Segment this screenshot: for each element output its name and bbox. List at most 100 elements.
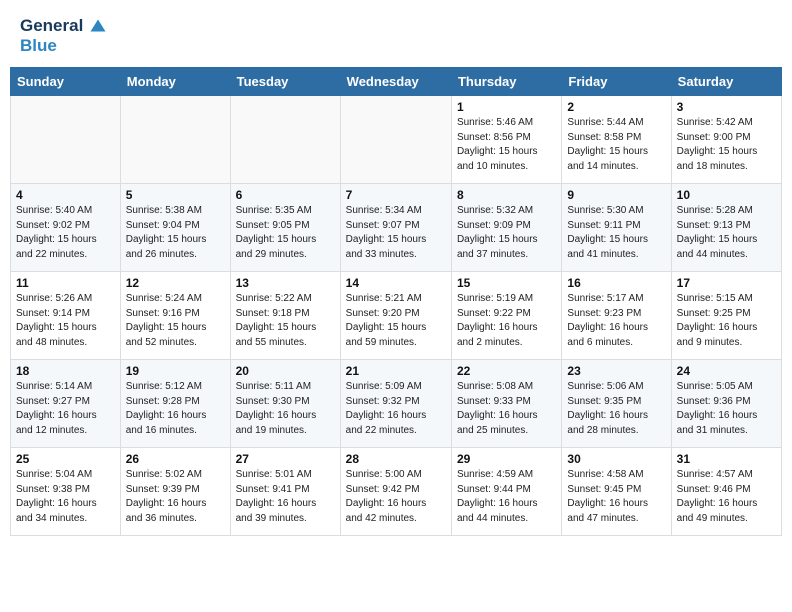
day-number: 9	[567, 188, 665, 202]
page-header: General Blue	[0, 0, 792, 59]
day-info: Sunrise: 5:01 AM Sunset: 9:41 PM Dayligh…	[236, 468, 335, 526]
calendar-cell	[120, 96, 230, 184]
day-info: Sunrise: 5:26 AM Sunset: 9:14 PM Dayligh…	[16, 292, 115, 350]
calendar-cell: 1 Sunrise: 5:46 AM Sunset: 8:56 PM Daylig…	[451, 96, 561, 184]
day-info: Sunrise: 5:40 AM Sunset: 9:02 PM Dayligh…	[16, 204, 115, 262]
day-info: Sunrise: 5:38 AM Sunset: 9:04 PM Dayligh…	[126, 204, 225, 262]
calendar-header-row: SundayMondayTuesdayWednesdayThursdayFrid…	[11, 68, 782, 96]
day-number: 25	[16, 452, 115, 466]
calendar-cell: 14 Sunrise: 5:21 AM Sunset: 9:20 PM Dayli…	[340, 272, 451, 360]
calendar-week-row: 11 Sunrise: 5:26 AM Sunset: 9:14 PM Dayli…	[11, 272, 782, 360]
day-number: 5	[126, 188, 225, 202]
day-info: Sunrise: 4:57 AM Sunset: 9:46 PM Dayligh…	[677, 468, 776, 526]
calendar-cell	[230, 96, 340, 184]
day-number: 21	[346, 364, 446, 378]
calendar-cell: 21 Sunrise: 5:09 AM Sunset: 9:32 PM Dayli…	[340, 360, 451, 448]
calendar-cell: 4 Sunrise: 5:40 AM Sunset: 9:02 PM Daylig…	[11, 184, 121, 272]
day-number: 10	[677, 188, 776, 202]
col-header-monday: Monday	[120, 68, 230, 96]
day-info: Sunrise: 5:00 AM Sunset: 9:42 PM Dayligh…	[346, 468, 446, 526]
calendar-week-row: 18 Sunrise: 5:14 AM Sunset: 9:27 PM Dayli…	[11, 360, 782, 448]
calendar-week-row: 1 Sunrise: 5:46 AM Sunset: 8:56 PM Daylig…	[11, 96, 782, 184]
day-info: Sunrise: 5:35 AM Sunset: 9:05 PM Dayligh…	[236, 204, 335, 262]
day-number: 27	[236, 452, 335, 466]
day-number: 1	[457, 100, 556, 114]
logo: General Blue	[20, 16, 107, 55]
day-info: Sunrise: 5:06 AM Sunset: 9:35 PM Dayligh…	[567, 380, 665, 438]
day-number: 6	[236, 188, 335, 202]
day-info: Sunrise: 5:09 AM Sunset: 9:32 PM Dayligh…	[346, 380, 446, 438]
day-info: Sunrise: 5:11 AM Sunset: 9:30 PM Dayligh…	[236, 380, 335, 438]
day-info: Sunrise: 5:32 AM Sunset: 9:09 PM Dayligh…	[457, 204, 556, 262]
calendar-cell: 27 Sunrise: 5:01 AM Sunset: 9:41 PM Dayli…	[230, 448, 340, 536]
day-number: 31	[677, 452, 776, 466]
calendar-week-row: 25 Sunrise: 5:04 AM Sunset: 9:38 PM Dayli…	[11, 448, 782, 536]
day-number: 3	[677, 100, 776, 114]
calendar-cell: 20Sunrise: 5:11 AM Sunset: 9:30 PM Dayli…	[230, 360, 340, 448]
calendar-cell: 2 Sunrise: 5:44 AM Sunset: 8:58 PM Daylig…	[562, 96, 671, 184]
calendar-cell: 9 Sunrise: 5:30 AM Sunset: 9:11 PM Daylig…	[562, 184, 671, 272]
col-header-saturday: Saturday	[671, 68, 781, 96]
calendar-cell: 23 Sunrise: 5:06 AM Sunset: 9:35 PM Dayli…	[562, 360, 671, 448]
day-number: 13	[236, 276, 335, 290]
day-info: Sunrise: 5:44 AM Sunset: 8:58 PM Dayligh…	[567, 116, 665, 174]
col-header-wednesday: Wednesday	[340, 68, 451, 96]
calendar-cell: 10Sunrise: 5:28 AM Sunset: 9:13 PM Dayli…	[671, 184, 781, 272]
day-info: Sunrise: 5:05 AM Sunset: 9:36 PM Dayligh…	[677, 380, 776, 438]
day-info: Sunrise: 4:58 AM Sunset: 9:45 PM Dayligh…	[567, 468, 665, 526]
day-number: 17	[677, 276, 776, 290]
day-number: 15	[457, 276, 556, 290]
day-info: Sunrise: 4:59 AM Sunset: 9:44 PM Dayligh…	[457, 468, 556, 526]
day-number: 8	[457, 188, 556, 202]
calendar-table: SundayMondayTuesdayWednesdayThursdayFrid…	[10, 67, 782, 536]
day-number: 2	[567, 100, 665, 114]
calendar-cell: 8 Sunrise: 5:32 AM Sunset: 9:09 PM Daylig…	[451, 184, 561, 272]
calendar-cell: 28 Sunrise: 5:00 AM Sunset: 9:42 PM Dayli…	[340, 448, 451, 536]
day-info: Sunrise: 5:22 AM Sunset: 9:18 PM Dayligh…	[236, 292, 335, 350]
calendar-week-row: 4 Sunrise: 5:40 AM Sunset: 9:02 PM Daylig…	[11, 184, 782, 272]
day-info: Sunrise: 5:19 AM Sunset: 9:22 PM Dayligh…	[457, 292, 556, 350]
calendar-cell: 16Sunrise: 5:17 AM Sunset: 9:23 PM Dayli…	[562, 272, 671, 360]
col-header-friday: Friday	[562, 68, 671, 96]
day-info: Sunrise: 5:12 AM Sunset: 9:28 PM Dayligh…	[126, 380, 225, 438]
day-number: 24	[677, 364, 776, 378]
day-info: Sunrise: 5:17 AM Sunset: 9:23 PM Dayligh…	[567, 292, 665, 350]
day-number: 28	[346, 452, 446, 466]
day-number: 18	[16, 364, 115, 378]
calendar-cell: 13 Sunrise: 5:22 AM Sunset: 9:18 PM Dayli…	[230, 272, 340, 360]
day-number: 4	[16, 188, 115, 202]
calendar-cell: 25 Sunrise: 5:04 AM Sunset: 9:38 PM Dayli…	[11, 448, 121, 536]
calendar-cell: 29 Sunrise: 4:59 AM Sunset: 9:44 PM Dayli…	[451, 448, 561, 536]
calendar-cell: 15 Sunrise: 5:19 AM Sunset: 9:22 PM Dayli…	[451, 272, 561, 360]
logo-icon	[89, 18, 107, 36]
day-number: 29	[457, 452, 556, 466]
day-info: Sunrise: 5:46 AM Sunset: 8:56 PM Dayligh…	[457, 116, 556, 174]
day-info: Sunrise: 5:42 AM Sunset: 9:00 PM Dayligh…	[677, 116, 776, 174]
calendar-cell	[11, 96, 121, 184]
col-header-tuesday: Tuesday	[230, 68, 340, 96]
col-header-sunday: Sunday	[11, 68, 121, 96]
calendar-cell: 12Sunrise: 5:24 AM Sunset: 9:16 PM Dayli…	[120, 272, 230, 360]
day-info: Sunrise: 5:14 AM Sunset: 9:27 PM Dayligh…	[16, 380, 115, 438]
calendar-cell: 3 Sunrise: 5:42 AM Sunset: 9:00 PM Daylig…	[671, 96, 781, 184]
day-number: 12	[126, 276, 225, 290]
day-info: Sunrise: 5:02 AM Sunset: 9:39 PM Dayligh…	[126, 468, 225, 526]
day-info: Sunrise: 5:04 AM Sunset: 9:38 PM Dayligh…	[16, 468, 115, 526]
calendar-cell: 7Sunrise: 5:34 AM Sunset: 9:07 PM Daylig…	[340, 184, 451, 272]
day-number: 14	[346, 276, 446, 290]
day-info: Sunrise: 5:30 AM Sunset: 9:11 PM Dayligh…	[567, 204, 665, 262]
calendar-cell: 19 Sunrise: 5:12 AM Sunset: 9:28 PM Dayli…	[120, 360, 230, 448]
day-info: Sunrise: 5:08 AM Sunset: 9:33 PM Dayligh…	[457, 380, 556, 438]
day-number: 7	[346, 188, 446, 202]
day-number: 22	[457, 364, 556, 378]
day-number: 23	[567, 364, 665, 378]
day-number: 11	[16, 276, 115, 290]
calendar-cell: 22 Sunrise: 5:08 AM Sunset: 9:33 PM Dayli…	[451, 360, 561, 448]
day-number: 26	[126, 452, 225, 466]
day-info: Sunrise: 5:15 AM Sunset: 9:25 PM Dayligh…	[677, 292, 776, 350]
calendar-cell: 6 Sunrise: 5:35 AM Sunset: 9:05 PM Daylig…	[230, 184, 340, 272]
calendar-cell: 30Sunrise: 4:58 AM Sunset: 9:45 PM Dayli…	[562, 448, 671, 536]
day-info: Sunrise: 5:21 AM Sunset: 9:20 PM Dayligh…	[346, 292, 446, 350]
calendar-cell: 24 Sunrise: 5:05 AM Sunset: 9:36 PM Dayli…	[671, 360, 781, 448]
day-number: 19	[126, 364, 225, 378]
